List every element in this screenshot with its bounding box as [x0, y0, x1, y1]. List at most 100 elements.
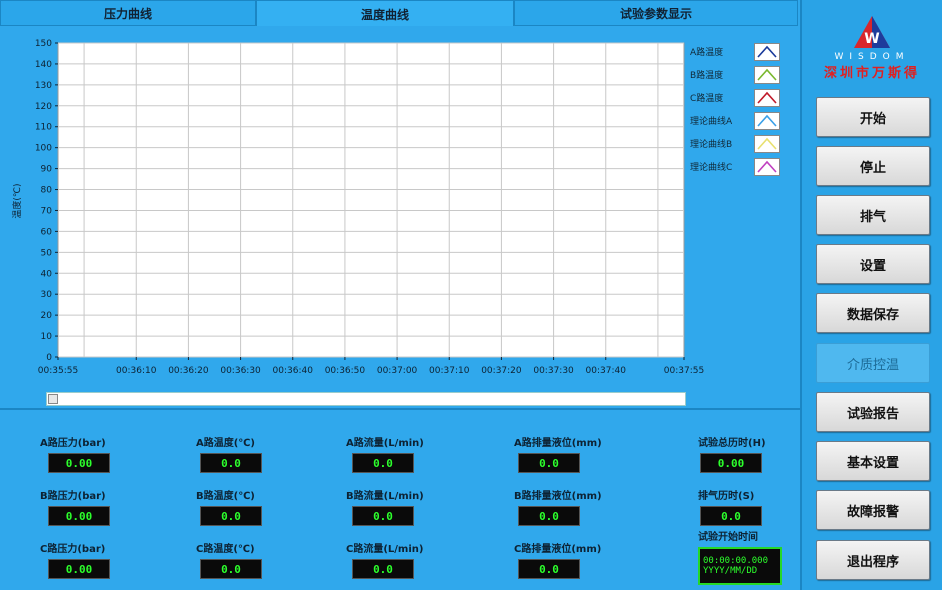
- x-tick-label: 00:36:50: [325, 366, 366, 376]
- legend-label: C路温度: [690, 94, 724, 104]
- readout-value: 0.0: [200, 559, 262, 579]
- readout-value: 0.0: [518, 506, 580, 526]
- readout-a-flow: A路流量(L/min) 0.0: [346, 434, 424, 473]
- readout-label: A路排量液位(mm): [514, 438, 602, 449]
- readout-value: 0.00: [48, 506, 110, 526]
- x-tick-label: 00:36:10: [116, 366, 157, 376]
- logo-company-name: 深圳市万斯得: [823, 66, 920, 81]
- svg-text:W: W: [864, 31, 879, 47]
- readout-label: A路流量(L/min): [346, 438, 424, 449]
- readout-vent-duration: 排气历时(S) 0.0: [698, 487, 762, 526]
- tab-bar: 压力曲线 温度曲线 试验参数显示: [0, 0, 800, 28]
- legend-swatch-icon[interactable]: [754, 157, 780, 176]
- readout-a-level: A路排量液位(mm) 0.0: [514, 434, 602, 473]
- readout-a-temperature: A路温度(℃) 0.0: [196, 434, 262, 473]
- readout-label: B路温度(℃): [196, 491, 255, 502]
- readout-value: 0.0: [518, 453, 580, 473]
- legend-item[interactable]: 理论曲线B: [690, 132, 790, 155]
- legend-label: 理论曲线A: [690, 117, 733, 127]
- chart-legend: A路温度 B路温度 C路温度理论曲线A 理论曲线B 理论曲线C: [690, 40, 790, 178]
- wisdom-logo-icon: W: [854, 16, 890, 48]
- x-tick-label: 00:36:30: [220, 366, 261, 376]
- y-tick-label: 10: [41, 332, 53, 342]
- legend-swatch-icon[interactable]: [754, 134, 780, 153]
- y-tick-label: 20: [41, 311, 53, 321]
- scrollbar-thumb[interactable]: [48, 394, 58, 404]
- sidebar-button-3[interactable]: 设置: [816, 244, 930, 284]
- sidebar-button-2[interactable]: 排气: [816, 195, 930, 235]
- tab-temperature-curve[interactable]: 温度曲线: [256, 0, 514, 28]
- readout-panel: A路压力(bar) 0.00 B路压力(bar) 0.00 C路压力(bar) …: [0, 412, 800, 590]
- temperature-chart-panel: 150 140 130 120 110 100 90 80 70 60 50 40 30 20 10 0 00…: [0, 26, 800, 410]
- sidebar-button-4[interactable]: 数据保存: [816, 293, 930, 333]
- tab-pressure-curve[interactable]: 压力曲线: [0, 0, 256, 26]
- legend-swatch-icon[interactable]: [754, 111, 780, 130]
- legend-item[interactable]: 理论曲线A: [690, 109, 790, 132]
- sidebar-button-8[interactable]: 故障报警: [816, 490, 930, 530]
- legend-swatch-icon[interactable]: [754, 42, 780, 61]
- y-tick-label: 80: [41, 186, 53, 196]
- chart-scrollbar[interactable]: [46, 392, 686, 406]
- start-time-display: 00:00:00.000 YYYY/MM/DD: [698, 547, 782, 585]
- control-sidebar: W WISDOM 深圳市万斯得 开始停止排气设置数据保存介质控温试验报告基本设置…: [800, 0, 942, 590]
- readout-start-time: 试验开始时间 00:00:00.000 YYYY/MM/DD: [698, 528, 782, 585]
- sidebar-button-5[interactable]: 介质控温: [816, 343, 930, 383]
- sidebar-button-6[interactable]: 试验报告: [816, 392, 930, 432]
- x-tick-label: 00:37:40: [586, 366, 627, 376]
- readout-value: 0.0: [200, 453, 262, 473]
- start-time-value: 00:00:00.000: [703, 556, 769, 566]
- x-tick-label: 00:37:30: [533, 366, 574, 376]
- legend-swatch-icon[interactable]: [754, 65, 780, 84]
- readout-c-level: C路排量液位(mm) 0.0: [514, 540, 601, 579]
- readout-c-flow: C路流量(L/min) 0.0: [346, 540, 423, 579]
- readout-c-temperature: C路温度(℃) 0.0: [196, 540, 262, 579]
- y-tick-label: 40: [41, 269, 53, 279]
- legend-label: 理论曲线C: [690, 163, 733, 173]
- readout-a-pressure: A路压力(bar) 0.00: [40, 434, 110, 473]
- readout-label: 试验总历时(H): [698, 438, 766, 449]
- x-tick-label: 00:37:20: [481, 366, 522, 376]
- sidebar-button-0[interactable]: 开始: [816, 97, 930, 137]
- tab-test-parameters[interactable]: 试验参数显示: [514, 0, 798, 26]
- readout-label: C路压力(bar): [40, 544, 106, 555]
- y-tick-label: 0: [46, 353, 52, 363]
- readout-label: A路温度(℃): [196, 438, 255, 449]
- readout-label: B路流量(L/min): [346, 491, 424, 502]
- legend-item[interactable]: B路温度: [690, 63, 790, 86]
- x-tick-label: 00:36:20: [168, 366, 209, 376]
- y-tick-label: 50: [41, 248, 53, 258]
- legend-item[interactable]: C路温度: [690, 86, 790, 109]
- y-tick-label: 100: [35, 144, 52, 154]
- readout-b-level: B路排量液位(mm) 0.0: [514, 487, 602, 526]
- readout-label: B路排量液位(mm): [514, 491, 602, 502]
- main-area: 压力曲线 温度曲线 试验参数显示 150 140 130 120 110 100 90 80 7…: [0, 0, 800, 590]
- y-tick-label: 30: [41, 290, 53, 300]
- sidebar-button-9[interactable]: 退出程序: [816, 540, 930, 580]
- x-tick-label: 00:35:55: [38, 366, 78, 376]
- readout-label: 试验开始时间: [698, 532, 758, 543]
- legend-swatch-icon[interactable]: [754, 88, 780, 107]
- sidebar-button-7[interactable]: 基本设置: [816, 441, 930, 481]
- readout-value: 0.0: [352, 506, 414, 526]
- readout-value: 0.0: [200, 506, 262, 526]
- readout-value: 0.00: [48, 453, 110, 473]
- legend-item[interactable]: 理论曲线C: [690, 155, 790, 178]
- readout-c-pressure: C路压力(bar) 0.00: [40, 540, 110, 579]
- readout-label: B路压力(bar): [40, 491, 106, 502]
- x-tick-label: 00:37:10: [429, 366, 470, 376]
- start-date-value: YYYY/MM/DD: [703, 566, 758, 576]
- temperature-chart: 1501401301201101009080706050403020100 00…: [11, 39, 704, 376]
- y-tick-label: 90: [41, 165, 53, 175]
- legend-label: B路温度: [690, 71, 724, 81]
- x-tick-label: 00:37:55: [664, 366, 704, 376]
- legend-label: A路温度: [690, 48, 724, 58]
- legend-item[interactable]: A路温度: [690, 40, 790, 63]
- x-tick-label: 00:37:00: [377, 366, 418, 376]
- logo-latin-text: WISDOM: [834, 52, 910, 62]
- plot-area: [57, 42, 685, 358]
- readout-label: 排气历时(S): [698, 491, 755, 502]
- readout-label: C路排量液位(mm): [514, 544, 602, 555]
- company-logo: W WISDOM 深圳市万斯得: [812, 8, 932, 96]
- readout-value: 0.00: [48, 559, 110, 579]
- sidebar-button-1[interactable]: 停止: [816, 146, 930, 186]
